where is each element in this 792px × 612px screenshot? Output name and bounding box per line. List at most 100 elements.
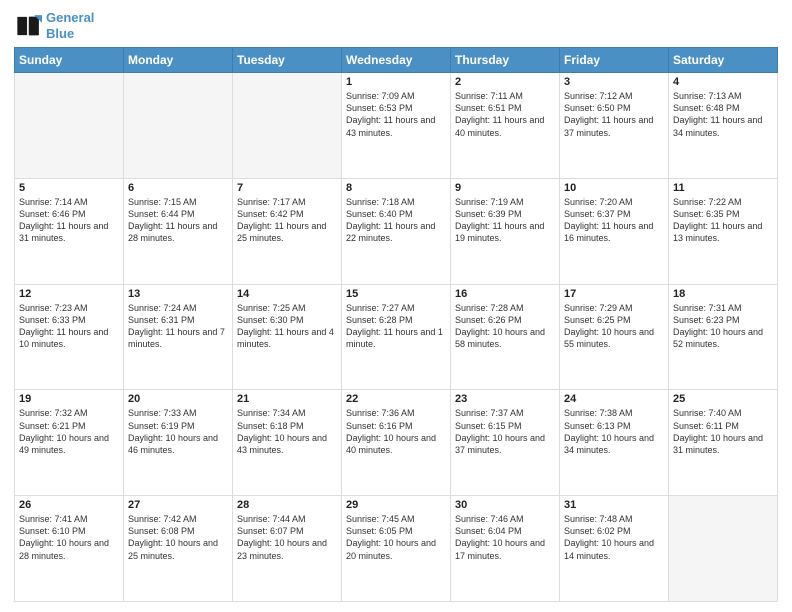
calendar-cell: 28 Sunrise: 7:44 AM Sunset: 6:07 PM Dayli…	[233, 496, 342, 602]
calendar-week-row: 1Sunrise: 7:09 AM Sunset: 6:53 PM Daylig…	[15, 73, 778, 179]
calendar-cell: 2 Sunrise: 7:11 AM Sunset: 6:51 PM Daylig…	[451, 73, 560, 179]
calendar-cell	[124, 73, 233, 179]
day-number: 17	[564, 288, 664, 300]
calendar-cell: 24 Sunrise: 7:38 AM Sunset: 6:13 PM Dayli…	[560, 390, 669, 496]
day-number: 4	[673, 76, 773, 88]
day-info: Sunrise: 7:40 AM Sunset: 6:11 PM Dayligh…	[673, 407, 773, 456]
day-number: 3	[564, 76, 664, 88]
calendar-week-row: 26Sunrise: 7:41 AM Sunset: 6:10 PM Dayli…	[15, 496, 778, 602]
weekday-header-wednesday: Wednesday	[342, 48, 451, 73]
day-info: Sunrise: 7:25 AM Sunset: 6:30 PM Dayligh…	[237, 302, 337, 351]
day-number: 14	[237, 288, 337, 300]
day-number: 11	[673, 182, 773, 194]
day-info: Sunrise: 7:48 AM Sunset: 6:02 PM Dayligh…	[564, 513, 664, 562]
day-info: Sunrise: 7:41 AM Sunset: 6:10 PM Dayligh…	[19, 513, 119, 562]
calendar-cell: 9 Sunrise: 7:19 AM Sunset: 6:39 PM Daylig…	[451, 178, 560, 284]
day-number: 22	[346, 393, 446, 405]
day-number: 6	[128, 182, 228, 194]
day-number: 15	[346, 288, 446, 300]
calendar-cell: 30Sunrise: 7:46 AM Sunset: 6:04 PM Dayli…	[451, 496, 560, 602]
day-info: Sunrise: 7:12 AM Sunset: 6:50 PM Dayligh…	[564, 90, 664, 139]
calendar-table: SundayMondayTuesdayWednesdayThursdayFrid…	[14, 47, 778, 602]
day-info: Sunrise: 7:31 AM Sunset: 6:23 PM Dayligh…	[673, 302, 773, 351]
calendar-cell: 23 Sunrise: 7:37 AM Sunset: 6:15 PM Dayli…	[451, 390, 560, 496]
day-number: 2	[455, 76, 555, 88]
day-number: 10	[564, 182, 664, 194]
day-info: Sunrise: 7:23 AM Sunset: 6:33 PM Dayligh…	[19, 302, 119, 351]
day-number: 30	[455, 499, 555, 511]
calendar-cell: 6Sunrise: 7:15 AM Sunset: 6:44 PM Daylig…	[124, 178, 233, 284]
calendar-cell: 4 Sunrise: 7:13 AM Sunset: 6:48 PM Daylig…	[669, 73, 778, 179]
weekday-header-monday: Monday	[124, 48, 233, 73]
day-number: 28	[237, 499, 337, 511]
day-info: Sunrise: 7:24 AM Sunset: 6:31 PM Dayligh…	[128, 302, 228, 351]
calendar-cell: 22 Sunrise: 7:36 AM Sunset: 6:16 PM Dayli…	[342, 390, 451, 496]
day-number: 8	[346, 182, 446, 194]
calendar-cell: 10 Sunrise: 7:20 AM Sunset: 6:37 PM Dayli…	[560, 178, 669, 284]
day-number: 21	[237, 393, 337, 405]
calendar-cell: 5Sunrise: 7:14 AM Sunset: 6:46 PM Daylig…	[15, 178, 124, 284]
day-number: 5	[19, 182, 119, 194]
day-number: 24	[564, 393, 664, 405]
day-number: 9	[455, 182, 555, 194]
calendar-cell: 27Sunrise: 7:42 AM Sunset: 6:08 PM Dayli…	[124, 496, 233, 602]
calendar-week-row: 12 Sunrise: 7:23 AM Sunset: 6:33 PM Dayli…	[15, 284, 778, 390]
calendar-cell: 13 Sunrise: 7:24 AM Sunset: 6:31 PM Dayli…	[124, 284, 233, 390]
day-info: Sunrise: 7:38 AM Sunset: 6:13 PM Dayligh…	[564, 407, 664, 456]
calendar-cell: 16 Sunrise: 7:28 AM Sunset: 6:26 PM Dayli…	[451, 284, 560, 390]
calendar-cell	[15, 73, 124, 179]
logo: General Blue	[14, 10, 94, 41]
day-number: 7	[237, 182, 337, 194]
day-info: Sunrise: 7:37 AM Sunset: 6:15 PM Dayligh…	[455, 407, 555, 456]
calendar-cell: 29 Sunrise: 7:45 AM Sunset: 6:05 PM Dayli…	[342, 496, 451, 602]
day-number: 12	[19, 288, 119, 300]
day-info: Sunrise: 7:29 AM Sunset: 6:25 PM Dayligh…	[564, 302, 664, 351]
weekday-header-thursday: Thursday	[451, 48, 560, 73]
day-number: 20	[128, 393, 228, 405]
calendar-cell: 14 Sunrise: 7:25 AM Sunset: 6:30 PM Dayli…	[233, 284, 342, 390]
calendar-cell: 12 Sunrise: 7:23 AM Sunset: 6:33 PM Dayli…	[15, 284, 124, 390]
logo-icon	[14, 12, 42, 40]
day-number: 27	[128, 499, 228, 511]
calendar-cell: 19Sunrise: 7:32 AM Sunset: 6:21 PM Dayli…	[15, 390, 124, 496]
weekday-header-sunday: Sunday	[15, 48, 124, 73]
calendar-cell: 17 Sunrise: 7:29 AM Sunset: 6:25 PM Dayli…	[560, 284, 669, 390]
weekday-header-saturday: Saturday	[669, 48, 778, 73]
day-info: Sunrise: 7:44 AM Sunset: 6:07 PM Dayligh…	[237, 513, 337, 562]
day-number: 25	[673, 393, 773, 405]
weekday-header-tuesday: Tuesday	[233, 48, 342, 73]
day-info: Sunrise: 7:34 AM Sunset: 6:18 PM Dayligh…	[237, 407, 337, 456]
day-number: 29	[346, 499, 446, 511]
day-number: 31	[564, 499, 664, 511]
day-info: Sunrise: 7:33 AM Sunset: 6:19 PM Dayligh…	[128, 407, 228, 456]
day-info: Sunrise: 7:32 AM Sunset: 6:21 PM Dayligh…	[19, 407, 119, 456]
logo-text: General Blue	[46, 10, 94, 41]
calendar-cell: 26Sunrise: 7:41 AM Sunset: 6:10 PM Dayli…	[15, 496, 124, 602]
weekday-header-row: SundayMondayTuesdayWednesdayThursdayFrid…	[15, 48, 778, 73]
calendar-cell: 18Sunrise: 7:31 AM Sunset: 6:23 PM Dayli…	[669, 284, 778, 390]
header: General Blue	[14, 10, 778, 41]
day-number: 23	[455, 393, 555, 405]
day-info: Sunrise: 7:19 AM Sunset: 6:39 PM Dayligh…	[455, 196, 555, 245]
day-info: Sunrise: 7:11 AM Sunset: 6:51 PM Dayligh…	[455, 90, 555, 139]
calendar-cell: 21 Sunrise: 7:34 AM Sunset: 6:18 PM Dayli…	[233, 390, 342, 496]
calendar-cell	[233, 73, 342, 179]
day-number: 13	[128, 288, 228, 300]
day-info: Sunrise: 7:17 AM Sunset: 6:42 PM Dayligh…	[237, 196, 337, 245]
day-info: Sunrise: 7:20 AM Sunset: 6:37 PM Dayligh…	[564, 196, 664, 245]
calendar-cell: 1Sunrise: 7:09 AM Sunset: 6:53 PM Daylig…	[342, 73, 451, 179]
calendar-week-row: 19Sunrise: 7:32 AM Sunset: 6:21 PM Dayli…	[15, 390, 778, 496]
calendar-cell: 31 Sunrise: 7:48 AM Sunset: 6:02 PM Dayli…	[560, 496, 669, 602]
day-info: Sunrise: 7:45 AM Sunset: 6:05 PM Dayligh…	[346, 513, 446, 562]
day-info: Sunrise: 7:36 AM Sunset: 6:16 PM Dayligh…	[346, 407, 446, 456]
calendar-cell	[669, 496, 778, 602]
day-info: Sunrise: 7:28 AM Sunset: 6:26 PM Dayligh…	[455, 302, 555, 351]
calendar-cell: 15Sunrise: 7:27 AM Sunset: 6:28 PM Dayli…	[342, 284, 451, 390]
calendar-week-row: 5Sunrise: 7:14 AM Sunset: 6:46 PM Daylig…	[15, 178, 778, 284]
day-number: 16	[455, 288, 555, 300]
day-info: Sunrise: 7:18 AM Sunset: 6:40 PM Dayligh…	[346, 196, 446, 245]
day-info: Sunrise: 7:09 AM Sunset: 6:53 PM Dayligh…	[346, 90, 446, 139]
day-info: Sunrise: 7:22 AM Sunset: 6:35 PM Dayligh…	[673, 196, 773, 245]
day-info: Sunrise: 7:13 AM Sunset: 6:48 PM Dayligh…	[673, 90, 773, 139]
page: General Blue SundayMondayTuesdayWednesda…	[0, 0, 792, 612]
